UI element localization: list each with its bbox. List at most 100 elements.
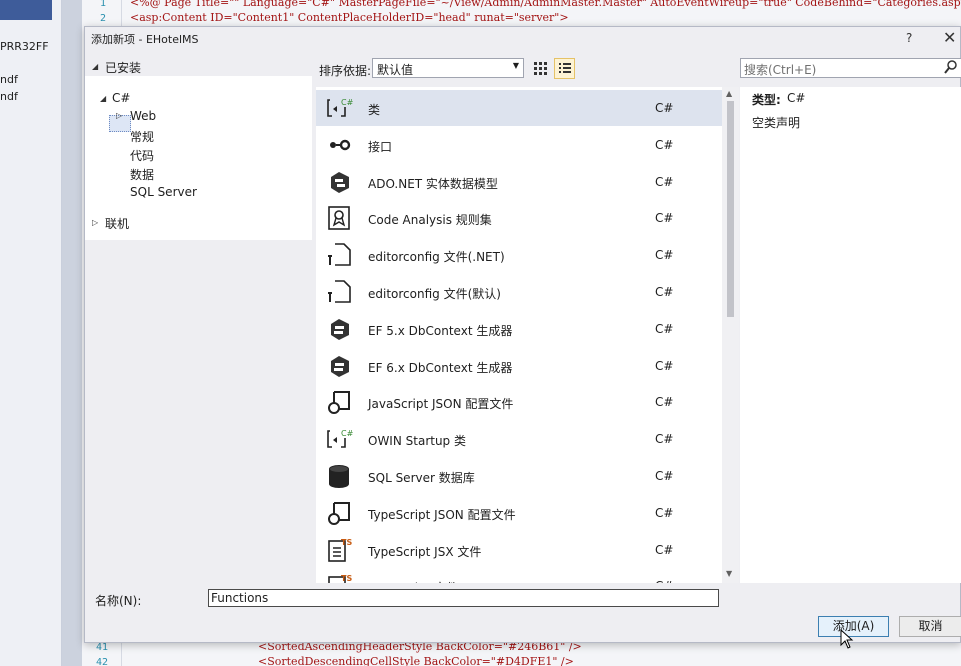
line-number: 1 (100, 0, 107, 9)
template-name: JavaScript JSON 配置文件 (368, 397, 514, 412)
search-input[interactable]: 搜索(Ctrl+E) (740, 58, 961, 78)
dialog-title: 添加新项 - EHotelMS (91, 33, 199, 46)
code-line: <SortedDescendingCellStyle BackColor="#D… (258, 655, 574, 666)
template-row[interactable]: TypeScript JSON 配置文件 C# (316, 495, 723, 531)
sort-value: 默认值 (377, 63, 414, 77)
search-placeholder: 搜索(Ctrl+E) (744, 63, 817, 77)
expanded-triangle-icon[interactable]: ◢ (100, 94, 106, 103)
tree-node-sql-server[interactable]: SQL Server (130, 185, 197, 199)
tree-node-data[interactable]: 数据 (130, 166, 154, 183)
collapsed-triangle-icon[interactable]: ▷ (116, 111, 122, 120)
template-row[interactable]: editorconfig 文件(默认) C# (316, 274, 723, 310)
template-name: editorconfig 文件(默认) (368, 287, 501, 301)
code-line: <%@ Page Title="" Language="C#" MasterPa… (130, 0, 961, 9)
tree-node-code[interactable]: 代码 (130, 147, 154, 164)
expanded-triangle-icon[interactable]: ◢ (92, 62, 98, 71)
solution-explorer-panel: PRR32FF ndf ndf (0, 0, 62, 666)
svg-text:TS: TS (341, 538, 352, 547)
line-number: 2 (100, 13, 107, 24)
list-view-icon (559, 63, 571, 73)
add-new-item-dialog: 添加新项 - EHotelMS ? ✕ ◢ 已安装 ◢ C# ▷ Web 常规 … (84, 26, 961, 643)
template-name: TypeScript 文件 (368, 579, 458, 583)
name-label: 名称(N): (95, 594, 142, 608)
scroll-down-icon[interactable]: ▼ (726, 569, 732, 578)
template-language: C# (655, 174, 674, 189)
json-config-icon (325, 389, 353, 415)
template-name: TypeScript JSON 配置文件 (368, 507, 516, 522)
template-row[interactable]: C# 类 C# (316, 90, 723, 126)
tree-node-online[interactable]: 联机 (105, 215, 129, 232)
scrollbar-thumb[interactable] (727, 101, 734, 317)
template-language: C# (655, 579, 673, 583)
template-details-panel: 类型: C# 空类声明 (740, 87, 961, 583)
template-row[interactable]: SQL Server 数据库 C# (316, 458, 723, 494)
chevron-down-icon: ▼ (512, 61, 519, 70)
template-name: 类 (368, 103, 381, 117)
close-icon[interactable]: ✕ (943, 28, 956, 47)
template-language: C# (655, 211, 674, 226)
tree-node-installed[interactable]: 已安装 (105, 59, 141, 76)
json-config-icon (325, 500, 353, 526)
interface-icon (325, 132, 353, 158)
sort-dropdown[interactable]: 默认值 ▼ (372, 58, 524, 78)
template-row[interactable]: editorconfig 文件(.NET) C# (316, 237, 723, 273)
editor-margin (62, 0, 82, 666)
type-value: C# (787, 91, 806, 105)
typescript-file-icon: TS (325, 573, 353, 583)
dialog-titlebar[interactable]: 添加新项 - EHotelMS ? ✕ (85, 27, 960, 51)
grid-view-button[interactable] (531, 59, 549, 77)
svg-text:C#: C# (341, 98, 353, 107)
collapsed-triangle-icon[interactable]: ▷ (92, 218, 98, 227)
mouse-cursor-icon (840, 629, 854, 649)
template-row[interactable]: EF 5.x DbContext 生成器 C# (316, 311, 723, 347)
svg-text:TS: TS (341, 574, 352, 583)
tree-node-web[interactable]: Web (130, 109, 156, 123)
template-language: C# (655, 137, 674, 152)
code-line: <asp:Content ID="Content1" ContentPlaceH… (130, 11, 569, 24)
solution-item[interactable]: ndf (0, 90, 18, 103)
database-icon (325, 463, 353, 489)
line-number: 42 (96, 657, 109, 666)
template-row[interactable]: JavaScript JSON 配置文件 C# (316, 384, 723, 420)
template-name: EF 5.x DbContext 生成器 (368, 323, 513, 338)
help-button[interactable]: ? (906, 31, 912, 45)
template-row[interactable]: C# OWIN Startup 类 C# (316, 421, 723, 457)
editorconfig-icon (325, 279, 353, 305)
template-name: Code Analysis 规则集 (368, 213, 492, 228)
solution-explorer-selected-row[interactable] (0, 0, 52, 20)
template-language: C# (655, 358, 674, 373)
vertical-scrollbar[interactable]: ▲ ▼ (722, 87, 739, 583)
category-tree: ◢ 已安装 ◢ C# ▷ Web 常规 代码 数据 SQL Server ▷ 联… (85, 57, 312, 583)
template-language: C# (655, 505, 674, 520)
entity-model-icon (325, 169, 353, 195)
cancel-button[interactable]: 取消 (899, 616, 961, 637)
template-row[interactable]: EF 6.x DbContext 生成器 C# (316, 348, 723, 384)
sort-label: 排序依据: (319, 64, 372, 78)
dbcontext-icon (325, 316, 353, 342)
template-row[interactable]: Code Analysis 规则集 C# (316, 200, 723, 236)
template-name: OWIN Startup 类 (368, 434, 466, 449)
solution-item[interactable]: PRR32FF (0, 40, 49, 53)
search-icon[interactable] (944, 59, 958, 75)
template-row[interactable]: ADO.NET 实体数据模型 C# (316, 164, 723, 200)
template-name: ADO.NET 实体数据模型 (368, 176, 498, 191)
template-row[interactable]: TS TypeScript 文件 C# (316, 568, 723, 583)
template-name: 接口 (368, 139, 393, 154)
name-input[interactable]: Functions (208, 589, 719, 607)
template-name: TypeScript JSX 文件 (368, 544, 482, 559)
scroll-up-icon[interactable]: ▲ (726, 89, 732, 98)
template-name: EF 6.x DbContext 生成器 (368, 360, 513, 375)
line-number: 41 (96, 642, 109, 653)
dbcontext-icon (325, 353, 353, 379)
solution-item[interactable]: ndf (0, 73, 18, 86)
template-language: C# (655, 101, 674, 115)
template-row[interactable]: 接口 C# (316, 127, 723, 163)
template-name: editorconfig 文件(.NET) (368, 250, 505, 265)
tree-node-general[interactable]: 常规 (130, 128, 154, 145)
template-language: C# (655, 395, 674, 410)
tree-node-csharp[interactable]: C# (112, 91, 130, 105)
list-view-button[interactable] (554, 58, 575, 79)
type-label: 类型: (752, 93, 781, 107)
template-language: C# (655, 285, 674, 299)
template-row[interactable]: TS TypeScript JSX 文件 C# (316, 532, 723, 568)
